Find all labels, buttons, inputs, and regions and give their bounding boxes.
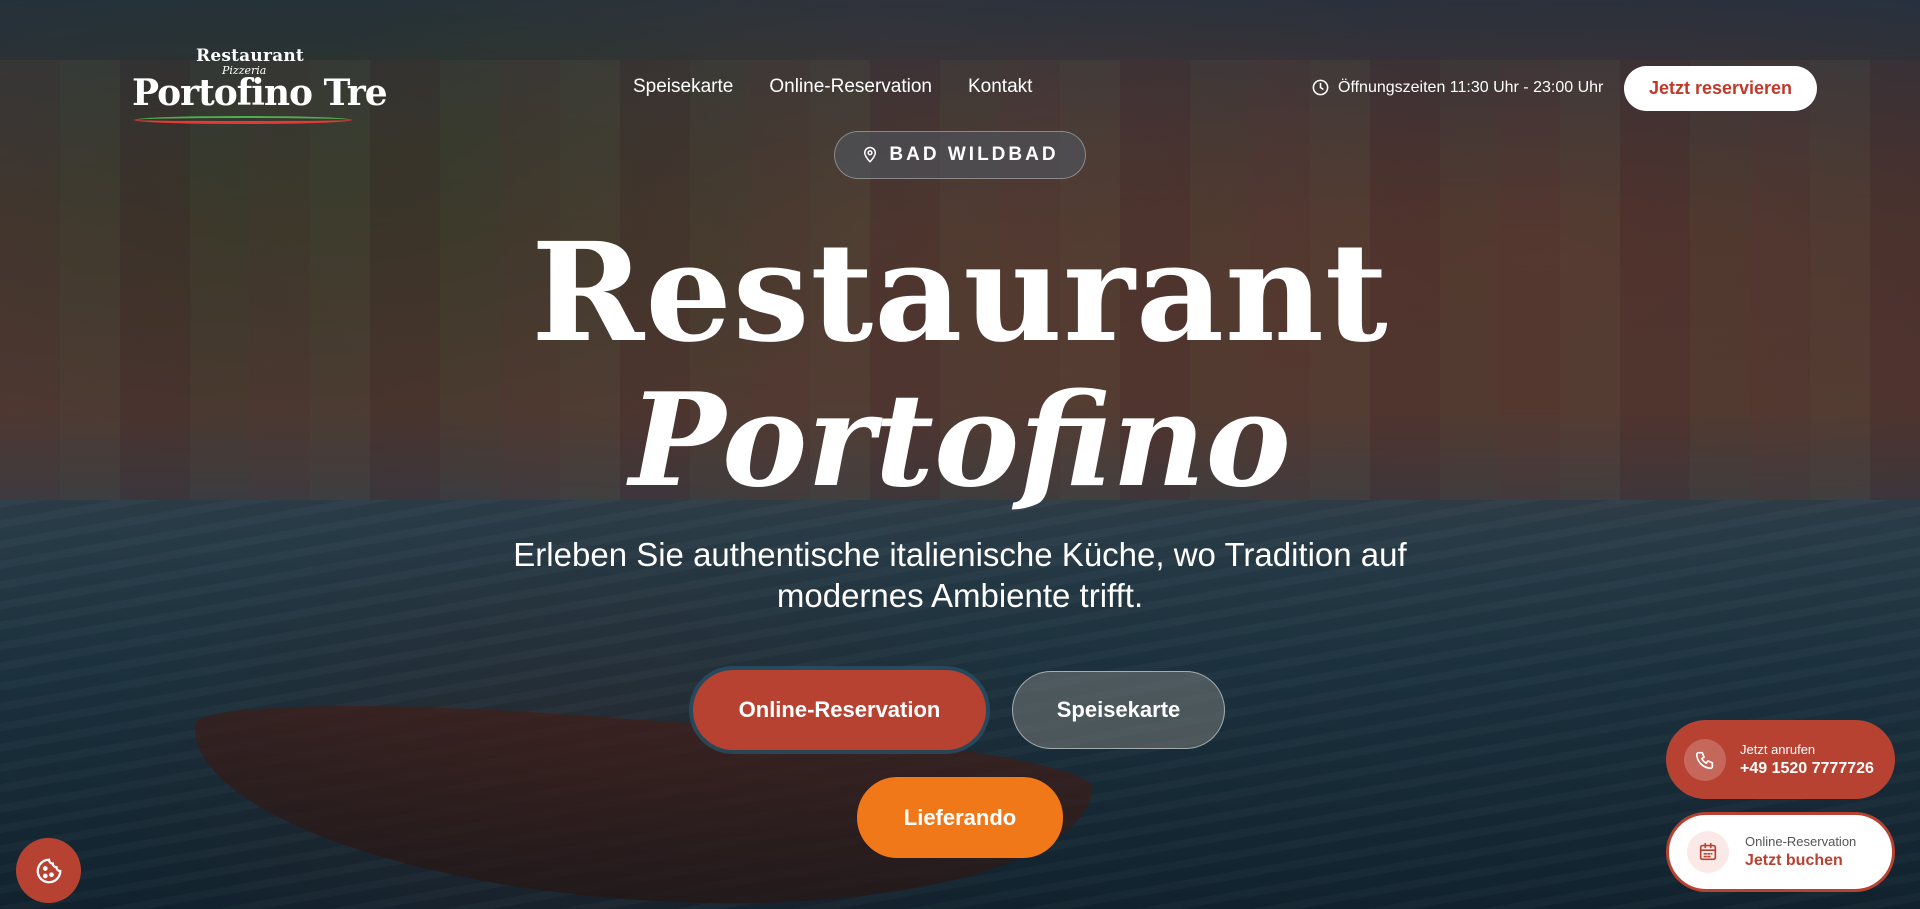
map-pin-icon — [864, 146, 877, 163]
reserve-now-button[interactable]: Jetzt reservieren — [1624, 66, 1817, 111]
booking-card[interactable]: Online-Reservation Jetzt buchen — [1666, 812, 1895, 892]
cookie-settings-button[interactable] — [16, 838, 81, 903]
clock-icon — [1312, 79, 1329, 96]
speisekarte-button[interactable]: Speisekarte — [1012, 671, 1225, 749]
logo-flag-stripe — [134, 116, 352, 124]
hero-title-line2: Portofino — [629, 366, 1291, 516]
lieferando-button[interactable]: Lieferando — [857, 777, 1063, 858]
calendar-icon-wrap — [1687, 831, 1729, 873]
opening-hours: Öffnungszeiten 11:30 Uhr - 23:00 Uhr — [1311, 78, 1603, 97]
nav-item-speisekarte[interactable]: Speisekarte — [633, 76, 733, 98]
call-now-card[interactable]: Jetzt anrufen +49 1520 7777726 — [1666, 720, 1895, 799]
hero-title-line1: Restaurant — [531, 213, 1389, 373]
location-text: BAD WILDBAD — [889, 144, 1059, 165]
call-phone-number: +49 1520 7777726 — [1740, 759, 1874, 777]
hero-subtitle: Erleben Sie authentische italienische Kü… — [513, 536, 1407, 614]
nav-item-online-reservation[interactable]: Online-Reservation — [769, 76, 932, 98]
booking-text-group: Online-Reservation Jetzt buchen — [1745, 834, 1856, 870]
location-badge: BAD WILDBAD — [834, 131, 1086, 179]
logo-top-text: Restaurant — [196, 46, 304, 66]
cookie-icon — [36, 858, 61, 883]
online-reservation-button[interactable]: Online-Reservation — [693, 670, 986, 750]
phone-icon — [1695, 751, 1714, 769]
phone-icon-wrap — [1684, 738, 1726, 781]
opening-hours-text: Öffnungszeiten 11:30 Uhr - 23:00 Uhr — [1338, 78, 1604, 96]
calendar-icon — [1699, 842, 1717, 861]
call-label: Jetzt anrufen — [1740, 741, 1816, 757]
call-text-group: Jetzt anrufen +49 1520 7777726 — [1740, 742, 1874, 778]
site-logo[interactable]: Restaurant Pizzeria Portofino Tre — [132, 40, 388, 128]
main-nav: Speisekarte Online-Reservation Kontakt — [633, 76, 1032, 98]
nav-item-kontakt[interactable]: Kontakt — [968, 76, 1032, 98]
logo-main-text: Portofino Tre — [132, 72, 388, 114]
booking-label: Online-Reservation — [1745, 834, 1857, 849]
booking-action: Jetzt buchen — [1745, 852, 1843, 869]
